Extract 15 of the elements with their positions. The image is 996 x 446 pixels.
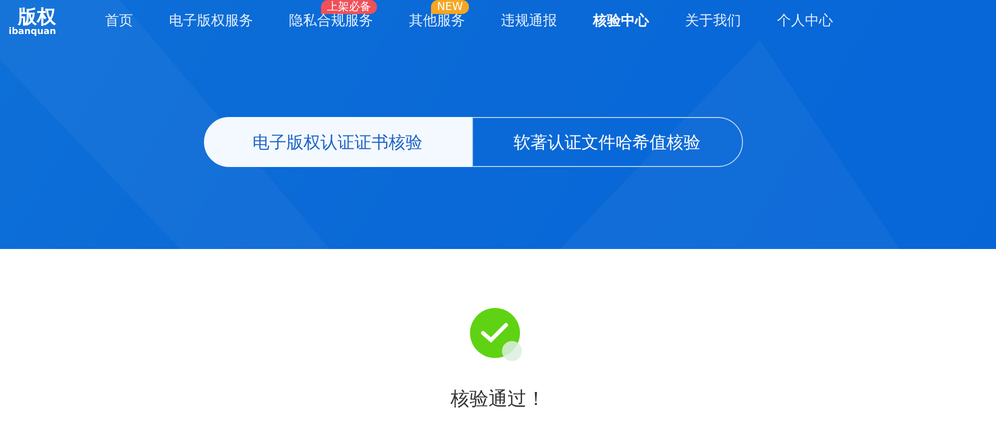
nav-link[interactable]: 关于我们 <box>685 12 741 30</box>
nav-link[interactable]: 违规通报 <box>501 12 557 30</box>
nav-link[interactable]: 电子版权服务 <box>169 12 253 30</box>
nav-badge: 上架必备 <box>321 0 377 14</box>
nav-link[interactable]: 其他服务 <box>409 12 465 30</box>
result-message: 核验通过！ <box>450 387 546 412</box>
tab[interactable]: 电子版权认证证书核验 <box>204 117 472 167</box>
logo-text: 版权 <box>18 7 56 27</box>
nav-link[interactable]: 隐私合规服务 <box>289 12 373 30</box>
tab[interactable]: 软著认证文件哈希值核验 <box>472 117 742 167</box>
logo-subtitle: ibanquan <box>8 27 56 37</box>
nav-link[interactable]: 首页 <box>105 12 133 30</box>
nav-badge: NEW <box>430 0 469 14</box>
nav-link[interactable]: 个人中心 <box>777 12 833 30</box>
nav-link[interactable]: 核验中心 <box>593 12 649 30</box>
